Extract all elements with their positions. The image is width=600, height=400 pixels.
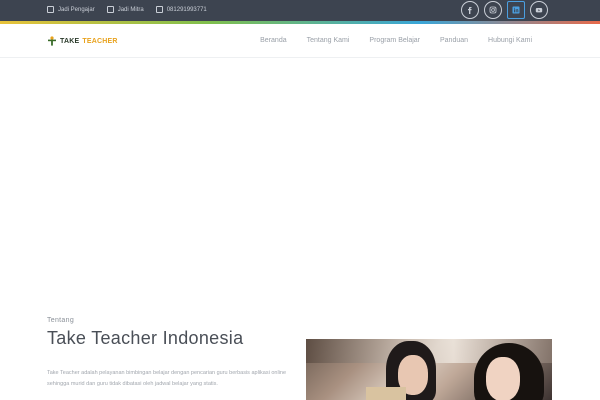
page: Jadi Pengajar Jadi Mitra 081291993771 TA… <box>0 0 600 400</box>
nav-menu: Beranda Tentang Kami Program Belajar Pan… <box>260 37 532 44</box>
top-link-label: Jadi Mitra <box>117 6 144 13</box>
about-description: Take Teacher adalah pelayanan bimbingan … <box>47 370 287 387</box>
top-links: Jadi Pengajar Jadi Mitra 081291993771 <box>47 6 207 13</box>
nav-item-panduan[interactable]: Panduan <box>440 37 468 44</box>
about-photo <box>306 339 552 400</box>
about-title: Take Teacher Indonesia <box>47 328 244 348</box>
youtube-icon[interactable] <box>530 1 548 19</box>
nav-item-tentang-kami[interactable]: Tentang Kami <box>307 37 350 44</box>
linkedin-icon[interactable] <box>507 1 525 19</box>
instagram-icon[interactable] <box>484 1 502 19</box>
nav-item-hubungi-kami[interactable]: Hubungi Kami <box>488 37 532 44</box>
photo-woman-face <box>486 357 520 400</box>
nav-item-beranda[interactable]: Beranda <box>260 37 286 44</box>
logo-text-take: TAKE <box>60 37 80 45</box>
facebook-icon[interactable] <box>461 1 479 19</box>
photo-girl-shirt <box>366 387 406 400</box>
nav-item-program-belajar[interactable]: Program Belajar <box>369 37 420 44</box>
about-kicker: Tentang <box>47 317 75 324</box>
top-link-label: 081291993771 <box>166 6 207 13</box>
main-navbar: TAKE TEACHER Beranda Tentang Kami Progra… <box>0 24 600 58</box>
logo[interactable]: TAKE TEACHER <box>47 36 118 46</box>
checkbox-icon <box>106 6 114 13</box>
top-link-jadi-pengajar[interactable]: Jadi Pengajar <box>47 6 95 13</box>
social-links <box>461 1 548 19</box>
top-link-phone[interactable]: 081291993771 <box>155 6 207 13</box>
top-link-jadi-mitra[interactable]: Jadi Mitra <box>106 6 144 13</box>
top-link-label: Jadi Pengajar <box>58 6 95 13</box>
checkbox-icon <box>47 6 54 13</box>
logo-mark-icon <box>48 36 56 46</box>
top-bar: Jadi Pengajar Jadi Mitra 081291993771 <box>0 0 600 24</box>
logo-text-teacher: TEACHER <box>82 37 118 45</box>
checkbox-icon <box>155 6 163 13</box>
